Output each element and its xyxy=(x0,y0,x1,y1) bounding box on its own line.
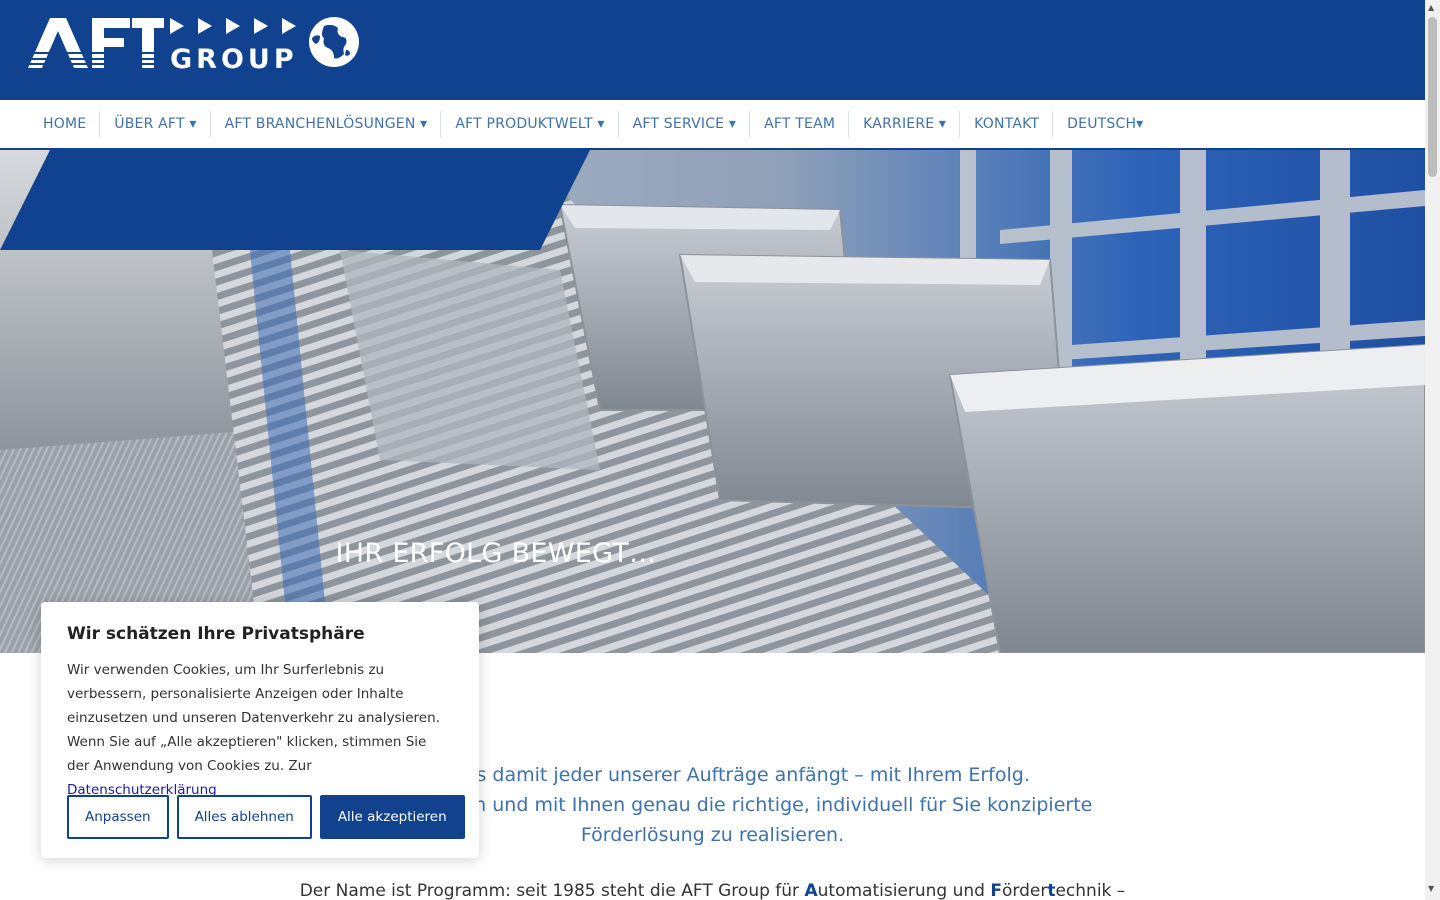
logo-group-text: GROUP xyxy=(170,44,298,72)
cookie-buttons: Anpassen Alles ablehnen Alle akzeptieren xyxy=(67,795,465,839)
hero-title: IHR ERFOLG BEWEGT… xyxy=(335,537,657,569)
site-header: GROUP xyxy=(0,0,1425,100)
body-text-part: utomatisierung und xyxy=(817,881,991,900)
main-navigation: HOME ÜBER AFT ▾ AFT BRANCHENLÖSUNGEN ▾ AFT … xyxy=(0,100,1425,150)
body-text-part: örder xyxy=(1001,881,1048,900)
nav-item-branchenloesungen[interactable]: AFT BRANCHENLÖSUNGEN ▾ xyxy=(209,111,441,137)
globe-icon xyxy=(309,17,359,67)
cookie-description: Wir verwenden Cookies, um Ihr Surferlebn… xyxy=(67,658,453,802)
nav-item-service[interactable]: AFT SERVICE ▾ xyxy=(617,111,750,137)
hero-image: IHR ERFOLG BEWEGT… xyxy=(0,150,1425,653)
nav-item-karriere[interactable]: KARRIERE ▾ xyxy=(848,111,959,137)
page-scrollbar[interactable]: ▲ ▼ xyxy=(1425,0,1440,900)
nav-item-home[interactable]: HOME xyxy=(29,111,99,137)
customize-button[interactable]: Anpassen xyxy=(67,795,169,839)
nav-item-kontakt[interactable]: KONTAKT xyxy=(959,111,1052,137)
nav-item-language[interactable]: DEUTSCH▾ xyxy=(1052,111,1156,137)
body-paragraph: Der Name ist Programm: seit 1985 steht d… xyxy=(0,876,1425,900)
nav-item-produktwelt[interactable]: AFT PRODUKTWELT ▾ xyxy=(440,111,617,137)
aft-group-logo[interactable]: GROUP xyxy=(28,16,362,72)
reject-all-button[interactable]: Alles ablehnen xyxy=(176,795,312,839)
body-text-part: echnik – xyxy=(1055,881,1126,900)
accept-all-button[interactable]: Alle akzeptieren xyxy=(319,795,465,839)
nav-item-ueber-aft[interactable]: ÜBER AFT ▾ xyxy=(99,111,209,137)
highlight-a: A xyxy=(804,881,818,900)
cookie-consent-dialog: Wir schätzen Ihre Privatsphäre Wir verwe… xyxy=(41,602,479,858)
hero-banner-shape xyxy=(0,150,590,250)
highlight-f: F xyxy=(990,881,1002,900)
scrollbar-thumb[interactable] xyxy=(1428,17,1437,177)
body-text-prefix: Der Name ist Programm: seit 1985 steht d… xyxy=(299,881,805,900)
scroll-down-icon[interactable]: ▼ xyxy=(1428,884,1434,893)
cookie-title: Wir schätzen Ihre Privatsphäre xyxy=(67,624,365,644)
scroll-up-icon[interactable]: ▲ xyxy=(1428,3,1434,12)
nav-item-team[interactable]: AFT TEAM xyxy=(749,111,848,137)
cookie-text: Wir verwenden Cookies, um Ihr Surferlebn… xyxy=(67,662,440,774)
